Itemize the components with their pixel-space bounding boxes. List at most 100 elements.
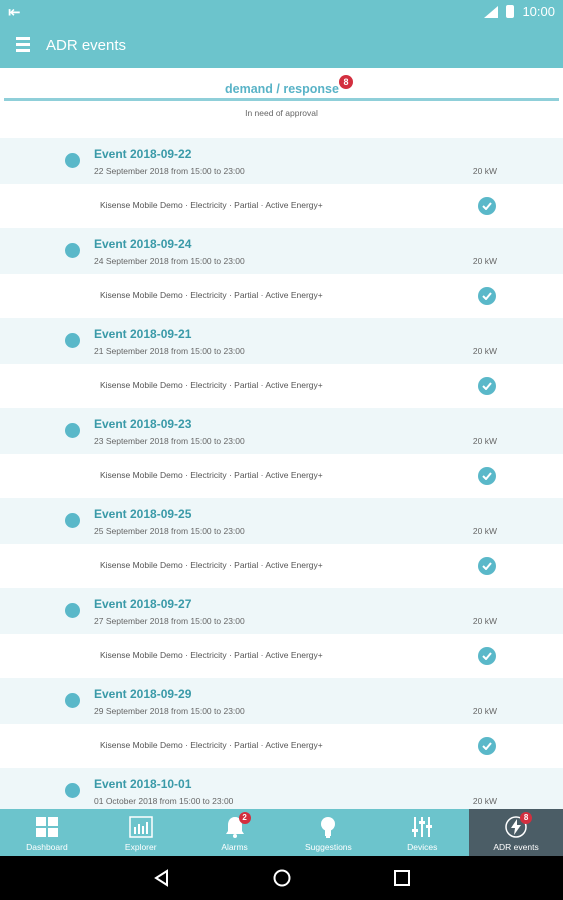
event-description: Kisense Mobile Demo · Electricity · Part… — [100, 380, 323, 390]
status-dot-icon — [65, 603, 80, 618]
recents-icon[interactable] — [392, 868, 412, 888]
list-item: Event 2018-09-25 25 September 2018 from … — [0, 498, 563, 588]
event-range: 27 September 2018 from 15:00 to 23:00 — [94, 616, 245, 626]
event-detail: Kisense Mobile Demo · Electricity · Part… — [0, 274, 563, 318]
cast-icon: ⇤ — [8, 3, 21, 21]
status-dot-icon — [65, 783, 80, 798]
lightbulb-icon — [321, 817, 336, 838]
bottom-nav: Dashboard Explorer 2 Alarms Suggestions … — [0, 809, 563, 856]
event-detail: Kisense Mobile Demo · Electricity · Part… — [0, 634, 563, 678]
event-list: Event 2018-09-22 22 September 2018 from … — [0, 138, 563, 809]
approve-check-icon[interactable] — [478, 647, 496, 665]
event-name: Event 2018-09-25 — [94, 507, 192, 521]
nav-suggestions[interactable]: Suggestions — [281, 809, 375, 856]
event-header[interactable]: Event 2018-09-23 23 September 2018 from … — [0, 408, 563, 454]
event-header[interactable]: Event 2018-10-01 01 October 2018 from 15… — [0, 768, 563, 809]
status-dot-icon — [65, 423, 80, 438]
nav-explorer[interactable]: Explorer — [94, 809, 188, 856]
nav-label: Explorer — [124, 842, 157, 852]
event-range: 01 October 2018 from 15:00 to 23:00 — [94, 796, 234, 806]
event-header[interactable]: Event 2018-09-25 25 September 2018 from … — [0, 498, 563, 544]
approve-check-icon[interactable] — [478, 737, 496, 755]
event-range: 24 September 2018 from 15:00 to 23:00 — [94, 256, 245, 266]
event-power: 20 kW — [472, 436, 497, 446]
event-description: Kisense Mobile Demo · Electricity · Part… — [100, 560, 323, 570]
approve-check-icon[interactable] — [478, 287, 496, 305]
event-power: 20 kW — [472, 796, 497, 806]
status-dot-icon — [65, 153, 80, 168]
event-name: Event 2018-09-29 — [94, 687, 192, 701]
list-item: Event 2018-09-24 24 September 2018 from … — [0, 228, 563, 318]
home-icon[interactable] — [272, 868, 292, 888]
status-bar: ⇤ 10:00 — [0, 0, 563, 24]
event-header[interactable]: Event 2018-09-24 24 September 2018 from … — [0, 228, 563, 274]
nav-label: Suggestions — [305, 842, 352, 852]
event-header[interactable]: Event 2018-09-27 27 September 2018 from … — [0, 588, 563, 634]
event-detail: Kisense Mobile Demo · Electricity · Part… — [0, 454, 563, 498]
tab-badge: 8 — [339, 75, 353, 89]
tab-bar: demand / response 8 In need of approval — [0, 68, 563, 138]
list-subtitle: In need of approval — [245, 108, 318, 118]
nav-alarms[interactable]: 2 Alarms — [188, 809, 282, 856]
event-range: 25 September 2018 from 15:00 to 23:00 — [94, 526, 245, 536]
hamburger-icon[interactable] — [16, 37, 30, 53]
event-name: Event 2018-09-23 — [94, 417, 192, 431]
nav-adr-events[interactable]: 8 ADR events — [469, 809, 563, 856]
tab-indicator — [4, 98, 559, 101]
page-title: ADR events — [46, 37, 127, 54]
tab-demand-response[interactable]: demand / response — [225, 82, 339, 96]
approve-check-icon[interactable] — [478, 467, 496, 485]
back-icon[interactable] — [152, 868, 172, 888]
event-range: 21 September 2018 from 15:00 to 23:00 — [94, 346, 245, 356]
dashboard-icon — [36, 817, 58, 837]
event-name: Event 2018-09-24 — [94, 237, 192, 251]
status-dot-icon — [65, 693, 80, 708]
event-name: Event 2018-10-01 — [94, 777, 192, 791]
status-dot-icon — [65, 333, 80, 348]
sliders-icon — [412, 817, 433, 837]
event-description: Kisense Mobile Demo · Electricity · Part… — [100, 740, 323, 750]
list-item: Event 2018-09-21 21 September 2018 from … — [0, 318, 563, 408]
nav-label: Dashboard — [26, 842, 68, 852]
event-range: 22 September 2018 from 15:00 to 23:00 — [94, 166, 245, 176]
chart-icon — [129, 816, 153, 838]
event-description: Kisense Mobile Demo · Electricity · Part… — [100, 290, 323, 300]
approve-check-icon[interactable] — [478, 557, 496, 575]
approve-check-icon[interactable] — [478, 377, 496, 395]
event-description: Kisense Mobile Demo · Electricity · Part… — [100, 200, 323, 210]
approve-check-icon[interactable] — [478, 197, 496, 215]
event-power: 20 kW — [472, 526, 497, 536]
clock: 10:00 — [522, 4, 555, 19]
event-range: 29 September 2018 from 15:00 to 23:00 — [94, 706, 245, 716]
system-nav-bar — [0, 856, 563, 900]
event-range: 23 September 2018 from 15:00 to 23:00 — [94, 436, 245, 446]
nav-label: ADR events — [493, 842, 539, 852]
event-header[interactable]: Event 2018-09-22 22 September 2018 from … — [0, 138, 563, 184]
event-detail: Kisense Mobile Demo · Electricity · Part… — [0, 544, 563, 588]
event-description: Kisense Mobile Demo · Electricity · Part… — [100, 650, 323, 660]
event-name: Event 2018-09-22 — [94, 147, 192, 161]
list-item: Event 2018-09-22 22 September 2018 from … — [0, 138, 563, 228]
event-power: 20 kW — [472, 346, 497, 356]
adr-badge: 8 — [520, 812, 533, 824]
status-dot-icon — [65, 243, 80, 258]
event-power: 20 kW — [472, 256, 497, 266]
list-item: Event 2018-10-01 01 October 2018 from 15… — [0, 768, 563, 809]
list-item: Event 2018-09-23 23 September 2018 from … — [0, 408, 563, 498]
alarms-badge: 2 — [238, 812, 251, 824]
app-bar: ADR events — [0, 24, 563, 68]
event-description: Kisense Mobile Demo · Electricity · Part… — [100, 470, 323, 480]
event-power: 20 kW — [472, 166, 497, 176]
event-header[interactable]: Event 2018-09-21 21 September 2018 from … — [0, 318, 563, 364]
event-power: 20 kW — [472, 706, 497, 716]
event-detail: Kisense Mobile Demo · Electricity · Part… — [0, 364, 563, 408]
nav-label: Alarms — [221, 842, 248, 852]
list-item: Event 2018-09-27 27 September 2018 from … — [0, 588, 563, 678]
event-header[interactable]: Event 2018-09-29 29 September 2018 from … — [0, 678, 563, 724]
nav-label: Devices — [407, 842, 438, 852]
event-detail: Kisense Mobile Demo · Electricity · Part… — [0, 184, 563, 228]
nav-devices[interactable]: Devices — [375, 809, 469, 856]
nav-dashboard[interactable]: Dashboard — [0, 809, 94, 856]
signal-icon — [484, 5, 499, 18]
event-detail: Kisense Mobile Demo · Electricity · Part… — [0, 724, 563, 768]
